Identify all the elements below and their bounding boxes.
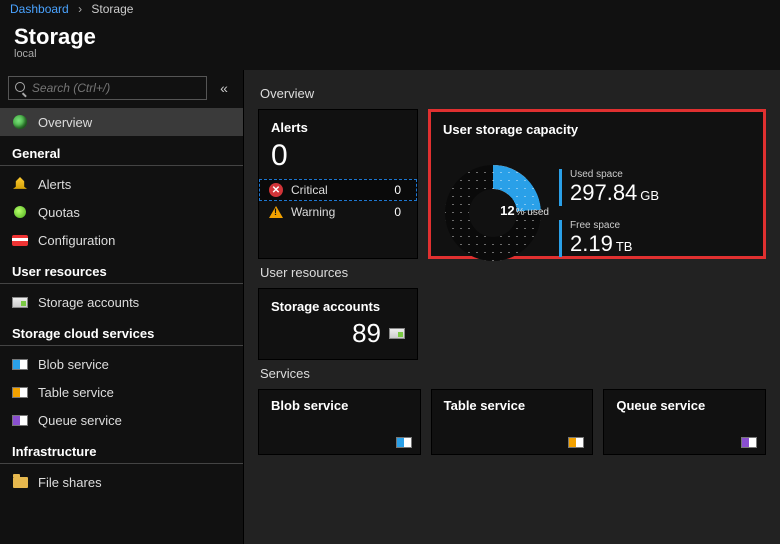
page-title: Storage bbox=[14, 24, 766, 50]
sidebar-item-overview[interactable]: Overview bbox=[0, 108, 243, 136]
alert-row-count: 0 bbox=[394, 183, 401, 197]
stat-label: Free space bbox=[570, 220, 659, 231]
service-card-title: Table service bbox=[432, 390, 593, 417]
search-input[interactable] bbox=[32, 81, 200, 95]
sidebar-item-label: Queue service bbox=[38, 413, 122, 428]
sidebar-item-file-shares[interactable]: File shares bbox=[0, 468, 243, 496]
stat-unit: GB bbox=[640, 188, 659, 203]
stat-value: 2.19 bbox=[570, 231, 613, 256]
sidebar-item-label: Table service bbox=[38, 385, 114, 400]
breadcrumb-root[interactable]: Dashboard bbox=[10, 2, 69, 16]
alert-row-critical[interactable]: ✕ Critical 0 bbox=[259, 179, 417, 201]
service-card-blob[interactable]: Blob service bbox=[258, 389, 421, 455]
warning-icon bbox=[269, 206, 283, 218]
dot-green-icon bbox=[12, 204, 28, 220]
capacity-title: User storage capacity bbox=[431, 112, 763, 141]
sidebar-collapse-button[interactable]: « bbox=[213, 80, 235, 96]
search-icon bbox=[15, 82, 26, 94]
bell-icon bbox=[12, 176, 28, 192]
capacity-percent-label: 12% used bbox=[500, 203, 549, 218]
service-card-table[interactable]: Table service bbox=[431, 389, 594, 455]
storage-accounts-value: 89 bbox=[352, 318, 381, 349]
sidebar-item-label: Overview bbox=[38, 115, 92, 130]
stat-label: Used space bbox=[570, 169, 659, 180]
sidebar-group-storage-cloud-services: Storage cloud services bbox=[0, 316, 243, 346]
alerts-total: 0 bbox=[259, 139, 417, 179]
sidebar-item-alerts[interactable]: Alerts bbox=[0, 170, 243, 198]
alert-row-label: Warning bbox=[291, 205, 335, 219]
section-label-services: Services bbox=[260, 366, 766, 381]
sidebar-group-general: General bbox=[0, 136, 243, 166]
queue-icon bbox=[741, 437, 757, 448]
sidebar: « Overview General Alerts Quotas Configu… bbox=[0, 70, 244, 544]
sidebar-item-queue-service[interactable]: Queue service bbox=[0, 406, 243, 434]
sidebar-item-storage-accounts[interactable]: Storage accounts bbox=[0, 288, 243, 316]
card-icon bbox=[12, 232, 28, 248]
service-card-queue[interactable]: Queue service bbox=[603, 389, 766, 455]
capacity-donut-chart: 12% used bbox=[445, 165, 541, 261]
sidebar-item-label: File shares bbox=[38, 475, 102, 490]
service-card-title: Blob service bbox=[259, 390, 420, 417]
search-box[interactable] bbox=[8, 76, 207, 100]
critical-icon: ✕ bbox=[269, 183, 283, 197]
chevron-right-icon: › bbox=[78, 2, 82, 16]
storage-account-icon bbox=[12, 294, 28, 310]
alert-row-count: 0 bbox=[394, 205, 401, 219]
alerts-title: Alerts bbox=[259, 110, 417, 139]
sidebar-item-table-service[interactable]: Table service bbox=[0, 378, 243, 406]
service-card-title: Queue service bbox=[604, 390, 765, 417]
sidebar-item-label: Storage accounts bbox=[38, 295, 139, 310]
folder-icon bbox=[12, 474, 28, 490]
sidebar-group-user-resources: User resources bbox=[0, 254, 243, 284]
sidebar-item-configuration[interactable]: Configuration bbox=[0, 226, 243, 254]
sidebar-item-label: Configuration bbox=[38, 233, 115, 248]
alert-row-warning[interactable]: Warning 0 bbox=[259, 201, 417, 223]
table-icon bbox=[12, 384, 28, 400]
sidebar-item-quotas[interactable]: Quotas bbox=[0, 198, 243, 226]
capacity-free-stat: Free space 2.19TB bbox=[559, 220, 659, 257]
globe-icon bbox=[12, 114, 28, 130]
page-header: Storage local bbox=[0, 20, 780, 70]
sidebar-item-label: Alerts bbox=[38, 177, 71, 192]
sidebar-item-label: Quotas bbox=[38, 205, 80, 220]
table-icon bbox=[568, 437, 584, 448]
section-label-overview: Overview bbox=[260, 86, 766, 101]
capacity-used-stat: Used space 297.84GB bbox=[559, 169, 659, 206]
alerts-card[interactable]: Alerts 0 ✕ Critical 0 Warning 0 bbox=[258, 109, 418, 259]
blob-icon bbox=[12, 356, 28, 372]
stat-unit: TB bbox=[616, 239, 633, 254]
sidebar-item-blob-service[interactable]: Blob service bbox=[0, 350, 243, 378]
storage-accounts-card[interactable]: Storage accounts 89 bbox=[258, 288, 418, 360]
breadcrumb: Dashboard › Storage bbox=[0, 0, 780, 20]
blob-icon bbox=[396, 437, 412, 448]
queue-icon bbox=[12, 412, 28, 428]
main-content: Overview Alerts 0 ✕ Critical 0 Warning 0… bbox=[244, 70, 780, 544]
storage-account-icon bbox=[389, 328, 405, 339]
breadcrumb-current: Storage bbox=[91, 2, 133, 16]
storage-accounts-title: Storage accounts bbox=[259, 289, 417, 318]
stat-value: 297.84 bbox=[570, 180, 637, 205]
sidebar-group-infrastructure: Infrastructure bbox=[0, 434, 243, 464]
page-subtitle: local bbox=[14, 48, 766, 60]
user-storage-capacity-card[interactable]: User storage capacity 12% used Used spac… bbox=[428, 109, 766, 259]
alert-row-label: Critical bbox=[291, 183, 328, 197]
sidebar-item-label: Blob service bbox=[38, 357, 109, 372]
